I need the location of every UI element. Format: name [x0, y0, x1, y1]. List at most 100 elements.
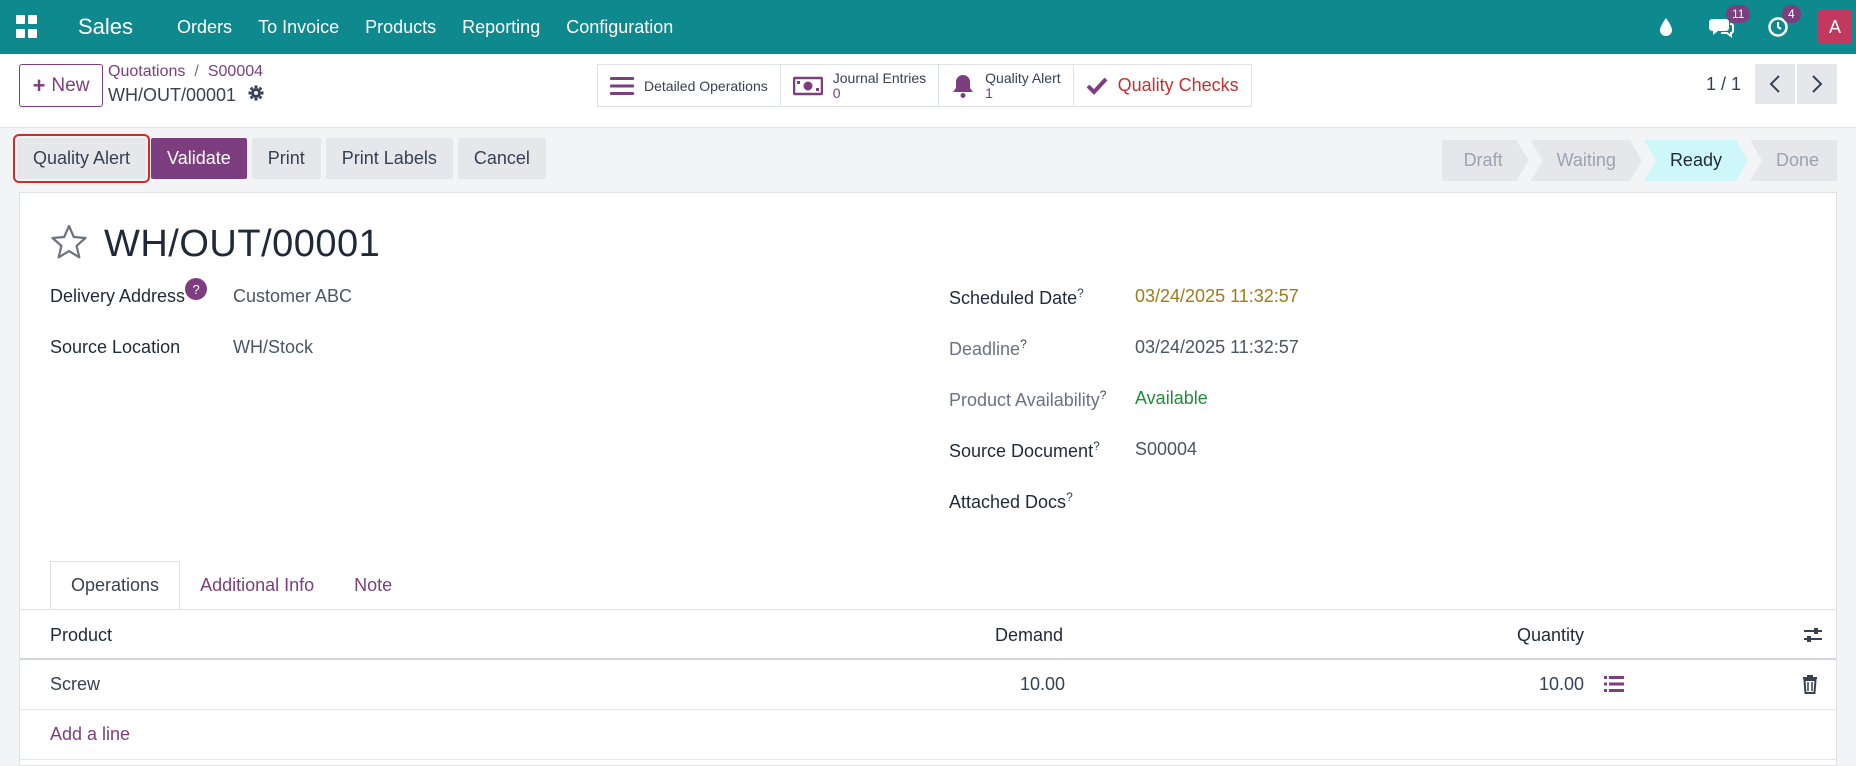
tab-additional-info[interactable]: Additional Info [180, 561, 334, 610]
title-row: WH/OUT/00001 [50, 223, 380, 266]
stage-pipeline: Draft Waiting Ready Done [1440, 140, 1837, 181]
journal-entries-button[interactable]: Journal Entries 0 [781, 65, 940, 106]
messages-icon[interactable]: 11 [1706, 5, 1751, 43]
pager-next-button[interactable] [1797, 64, 1837, 104]
quality-checks-button[interactable]: Quality Checks [1074, 65, 1251, 106]
drop-icon[interactable] [1650, 11, 1682, 43]
add-line-link[interactable]: Add a line [50, 724, 130, 745]
attached-docs-label-wrap: Attached Docs? [949, 490, 1073, 513]
nav-orders[interactable]: Orders [177, 17, 232, 38]
nav-products[interactable]: Products [365, 17, 436, 38]
app-name[interactable]: Sales [78, 14, 133, 40]
new-button[interactable]: + New [19, 64, 103, 107]
form-sheet: WH/OUT/00001 Delivery Address? Customer … [19, 192, 1837, 766]
trash-icon[interactable] [1802, 674, 1818, 699]
print-button[interactable]: Print [251, 138, 321, 179]
apps-menu-icon[interactable] [16, 15, 40, 39]
delivery-address-label-wrap: Delivery Address? [50, 278, 208, 307]
print-labels-button[interactable]: Print Labels [325, 138, 453, 179]
scheduled-date-value[interactable]: 03/24/2025 11:32:57 [1135, 286, 1299, 307]
plus-icon: + [32, 72, 46, 98]
source-location-value[interactable]: WH/Stock [233, 337, 313, 358]
list-bars-icon [610, 76, 634, 96]
chevron-right-icon [1812, 75, 1823, 93]
product-availability-value: Available [1135, 388, 1208, 408]
help-question-mark[interactable]: ? [1100, 388, 1107, 402]
cancel-button[interactable]: Cancel [457, 138, 546, 179]
delivery-address-value[interactable]: Customer ABC [233, 286, 352, 307]
check-icon [1086, 77, 1108, 95]
journal-entries-stat: Journal Entries 0 [833, 70, 926, 101]
current-record-name: WH/OUT/00001 [108, 85, 237, 105]
activities-badge: 4 [1782, 5, 1801, 23]
bell-icon [951, 73, 975, 99]
activities-clock-icon[interactable]: 4 [1762, 5, 1801, 43]
row-demand[interactable]: 10.00 [1020, 674, 1065, 695]
nav-configuration[interactable]: Configuration [566, 17, 673, 38]
help-question-mark[interactable]: ? [1020, 337, 1027, 351]
action-buttons: Quality Alert Validate Print Print Label… [12, 134, 551, 183]
status-bar: Quality Alert Validate Print Print Label… [0, 128, 1856, 192]
help-question-mark[interactable]: ? [1066, 490, 1073, 504]
stage-done[interactable]: Done [1749, 140, 1837, 181]
table-row[interactable]: Screw 10.00 10.00 [20, 660, 1836, 710]
row-quantity[interactable]: 10.00 [1539, 674, 1584, 695]
chevron-left-icon [1769, 75, 1780, 93]
control-panel: + New Quotations / S00004 WH/OUT/00001 Det… [0, 54, 1856, 128]
quality-alert-button[interactable]: Quality Alert [12, 134, 151, 183]
detailed-operations-button[interactable]: Detailed Operations [598, 65, 781, 106]
nav-to-invoice[interactable]: To Invoice [258, 17, 339, 38]
journal-entries-label: Journal Entries [832, 70, 927, 86]
table-header: Product Demand Quantity [20, 610, 1836, 660]
deadline-value: 03/24/2025 11:32:57 [1135, 337, 1299, 357]
record-title: WH/OUT/00001 [104, 223, 381, 265]
scheduled-date-label: Scheduled Date [949, 288, 1078, 308]
breadcrumb-quotations[interactable]: Quotations [108, 63, 185, 80]
quality-alert-value: 1 [985, 85, 993, 101]
messages-badge: 11 [1726, 5, 1751, 23]
stage-ready[interactable]: Ready [1644, 140, 1748, 181]
quality-alert-label: Quality Alert [985, 70, 1061, 86]
breadcrumb-order[interactable]: S00004 [208, 63, 263, 80]
pager: 1 / 1 [1706, 64, 1837, 104]
row-product[interactable]: Screw [50, 674, 100, 695]
deadline-label: Deadline [949, 339, 1021, 359]
product-availability-label: Product Availability [949, 390, 1100, 410]
pager-previous-button[interactable] [1755, 64, 1795, 104]
nav-reporting[interactable]: Reporting [462, 17, 540, 38]
sliders-icon[interactable] [1803, 626, 1823, 649]
stage-draft[interactable]: Draft [1442, 140, 1529, 181]
gear-icon[interactable] [248, 85, 264, 106]
availability-label-wrap: Product Availability? [949, 388, 1106, 411]
help-question-mark[interactable]: ? [1077, 286, 1084, 300]
tab-note[interactable]: Note [334, 561, 412, 610]
user-avatar[interactable]: A [1818, 10, 1852, 44]
journal-entries-value: 0 [832, 85, 841, 101]
stage-waiting[interactable]: Waiting [1531, 140, 1642, 181]
record-breadcrumb-name: WH/OUT/00001 [108, 85, 264, 106]
star-icon[interactable] [50, 224, 88, 265]
source-document-label-wrap: Source Document? [949, 439, 1100, 462]
smart-buttons: Detailed Operations Journal Entries 0 Qu… [597, 64, 1252, 107]
help-question-mark[interactable]: ? [1093, 439, 1100, 453]
scheduled-date-label-wrap: Scheduled Date? [949, 286, 1084, 309]
help-icon[interactable]: ? [185, 278, 208, 300]
column-quantity[interactable]: Quantity [1517, 625, 1584, 646]
column-product[interactable]: Product [50, 625, 112, 646]
validate-button[interactable]: Validate [151, 138, 247, 179]
tab-operations[interactable]: Operations [50, 561, 181, 610]
source-document-label: Source Document [949, 441, 1094, 461]
quality-alert-stat: Quality Alert 1 [985, 70, 1060, 101]
pager-value[interactable]: 1 / 1 [1706, 74, 1741, 95]
quality-alert-smart-button[interactable]: Quality Alert 1 [939, 65, 1074, 106]
details-list-icon[interactable] [1604, 675, 1624, 698]
add-line-row: Add a line [20, 710, 1836, 760]
column-demand[interactable]: Demand [995, 625, 1063, 646]
attached-docs-label: Attached Docs [949, 492, 1067, 512]
top-navbar: Sales Orders To Invoice Products Reporti… [0, 0, 1856, 54]
delivery-address-label: Delivery Address [50, 286, 186, 306]
notebook-tabs: Operations Additional Info Note [50, 561, 412, 610]
breadcrumb-separator: / [194, 63, 199, 80]
money-bill-icon [792, 76, 823, 96]
source-document-value[interactable]: S00004 [1135, 439, 1197, 460]
